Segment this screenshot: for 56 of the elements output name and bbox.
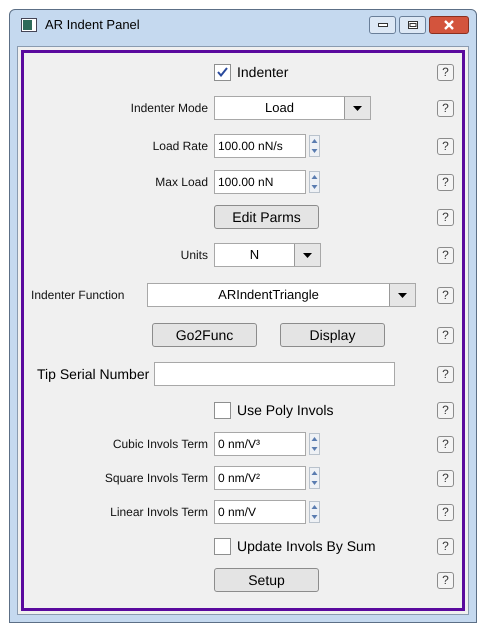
dropdown[interactable]: ARIndentTriangle (147, 283, 416, 307)
help-button[interactable]: ? (437, 470, 454, 486)
maximize-button[interactable] (399, 16, 426, 34)
close-button[interactable] (429, 16, 469, 34)
spinner-icon[interactable] (309, 135, 320, 157)
help-button[interactable]: ? (437, 538, 454, 554)
minimize-icon (378, 23, 388, 27)
help-button[interactable]: ? (437, 326, 454, 344)
help-button[interactable]: ? (437, 208, 454, 226)
help-button[interactable]: ? (437, 64, 454, 80)
help-button[interactable]: ? (437, 286, 454, 304)
button[interactable]: Go2Func (152, 323, 257, 347)
checkbox[interactable] (214, 402, 231, 418)
field-label: Square Invols Term (104, 470, 208, 487)
button[interactable]: Edit Parms (214, 205, 319, 229)
checkbox[interactable] (214, 538, 231, 554)
spinner-icon[interactable] (309, 501, 320, 523)
input-field[interactable]: 0 nm/V³ (214, 432, 306, 456)
help-button[interactable]: ? (437, 572, 454, 588)
field-label: Indenter (237, 62, 288, 82)
field-label: Units (180, 247, 208, 264)
field-label: Indenter Function (31, 287, 126, 304)
window-title: AR Indent Panel (45, 16, 140, 34)
button[interactable]: Display (280, 323, 385, 347)
field-label: Indenter Mode (130, 100, 208, 117)
help-button[interactable]: ? (437, 504, 454, 520)
field-label: Load Rate (152, 138, 208, 155)
help-button[interactable]: ? (437, 174, 454, 190)
input-field[interactable]: 100.00 nN/s (214, 134, 306, 158)
input-field[interactable]: 0 nm/V² (214, 466, 306, 490)
minimize-button[interactable] (369, 16, 396, 34)
button[interactable]: Setup (214, 568, 319, 592)
spinner-icon[interactable] (309, 467, 320, 489)
field-label: Tip Serial Number (37, 364, 150, 384)
field-label: Use Poly Invols (237, 400, 334, 420)
field-label: Update Invols By Sum (237, 536, 376, 556)
spinner-icon[interactable] (309, 171, 320, 193)
dropdown[interactable]: N (214, 243, 321, 267)
help-button[interactable]: ? (437, 366, 454, 382)
help-button[interactable]: ? (437, 436, 454, 452)
maximize-icon (408, 21, 418, 29)
app-icon (21, 18, 37, 32)
field-label: Cubic Invols Term (112, 436, 208, 453)
spinner-icon[interactable] (309, 433, 320, 455)
help-button[interactable]: ? (437, 246, 454, 264)
dropdown[interactable]: Load (214, 96, 371, 120)
field-label: Linear Invols Term (110, 504, 208, 521)
input-field[interactable]: 100.00 nN (214, 170, 306, 194)
input-field[interactable] (154, 362, 396, 386)
close-icon (443, 20, 455, 30)
checkbox[interactable] (214, 64, 231, 80)
help-button[interactable]: ? (437, 100, 454, 116)
input-field[interactable]: 0 nm/V (214, 500, 306, 524)
help-button[interactable]: ? (437, 402, 454, 418)
field-label: Max Load (155, 174, 208, 191)
help-button[interactable]: ? (437, 138, 454, 154)
